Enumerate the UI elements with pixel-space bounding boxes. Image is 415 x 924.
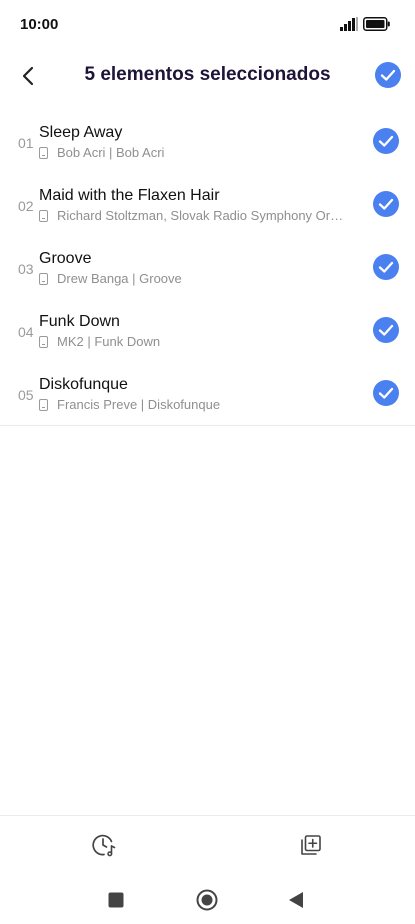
track-row[interactable]: 05 Diskofunque Francis Preve | Diskofunq…: [0, 362, 415, 425]
selected-check-icon[interactable]: [372, 127, 400, 155]
track-row[interactable]: 04 Funk Down MK2 | Funk Down: [0, 299, 415, 362]
circle-home-icon: [196, 889, 218, 911]
phone-storage-icon: [39, 272, 48, 285]
track-row[interactable]: 03 Groove Drew Banga | Groove: [0, 236, 415, 299]
play-later-button[interactable]: [89, 830, 119, 860]
page-title: 5 elementos seleccionados: [84, 64, 331, 85]
track-subtitle-row: Drew Banga | Groove: [39, 271, 182, 286]
add-to-playlist-button[interactable]: [296, 830, 326, 860]
track-number: 05: [18, 387, 34, 403]
square-recents-icon: [108, 892, 124, 908]
selected-check-icon[interactable]: [372, 253, 400, 281]
home-button[interactable]: [193, 886, 221, 914]
triangle-back-icon: [289, 892, 303, 908]
status-time: 10:00: [20, 16, 59, 33]
phone-storage-icon: [39, 209, 48, 222]
track-subtitle: MK2 | Funk Down: [57, 334, 161, 349]
track-number: 03: [18, 261, 34, 277]
selected-check-icon[interactable]: [372, 190, 400, 218]
back-button[interactable]: [14, 62, 42, 90]
track-title: Diskofunque: [39, 376, 128, 393]
track-subtitle-row: Francis Preve | Diskofunque: [39, 397, 220, 412]
chevron-left-icon: [22, 66, 34, 86]
system-nav-bar: [0, 876, 415, 924]
selected-check-icon[interactable]: [372, 316, 400, 344]
selected-check-icon[interactable]: [372, 379, 400, 407]
track-row[interactable]: 01 Sleep Away Bob Acri | Bob Acri: [0, 110, 415, 173]
phone-storage-icon: [39, 398, 48, 411]
header: 5 elementos seleccionados: [0, 50, 415, 102]
track-subtitle: Francis Preve | Diskofunque: [57, 397, 221, 412]
back-nav-button[interactable]: [282, 886, 310, 914]
toolbar-divider: [0, 815, 415, 816]
track-title: Sleep Away: [39, 124, 123, 141]
track-subtitle-row: MK2 | Funk Down: [39, 334, 160, 349]
track-list: 01 Sleep Away Bob Acri | Bob Acri 02 Mai…: [0, 110, 415, 426]
recents-button[interactable]: [102, 886, 130, 914]
track-title: Maid with the Flaxen Hair: [39, 187, 220, 204]
phone-storage-icon: [39, 146, 48, 159]
track-number: 04: [18, 324, 34, 340]
track-row[interactable]: 02 Maid with the Flaxen Hair Richard Sto…: [0, 173, 415, 236]
track-subtitle-row: Richard Stoltzman, Slovak Radio Symphony…: [39, 208, 349, 223]
status-bar: 10:00: [0, 0, 415, 50]
track-number: 02: [18, 198, 34, 214]
track-title: Groove: [39, 250, 92, 267]
signal-icon: [340, 17, 358, 31]
track-subtitle: Drew Banga | Groove: [57, 271, 182, 286]
add-to-playlist-icon: [301, 835, 321, 855]
battery-icon: [363, 17, 390, 31]
track-title: Funk Down: [39, 313, 120, 330]
phone-storage-icon: [39, 335, 48, 348]
track-subtitle: Richard Stoltzman, Slovak Radio Symphony…: [57, 208, 349, 223]
select-all-checkbox[interactable]: [374, 61, 402, 89]
track-subtitle: Bob Acri | Bob Acri: [57, 145, 165, 160]
clock-music-icon: [92, 834, 116, 857]
track-number: 01: [18, 135, 34, 151]
track-subtitle-row: Bob Acri | Bob Acri: [39, 145, 164, 160]
